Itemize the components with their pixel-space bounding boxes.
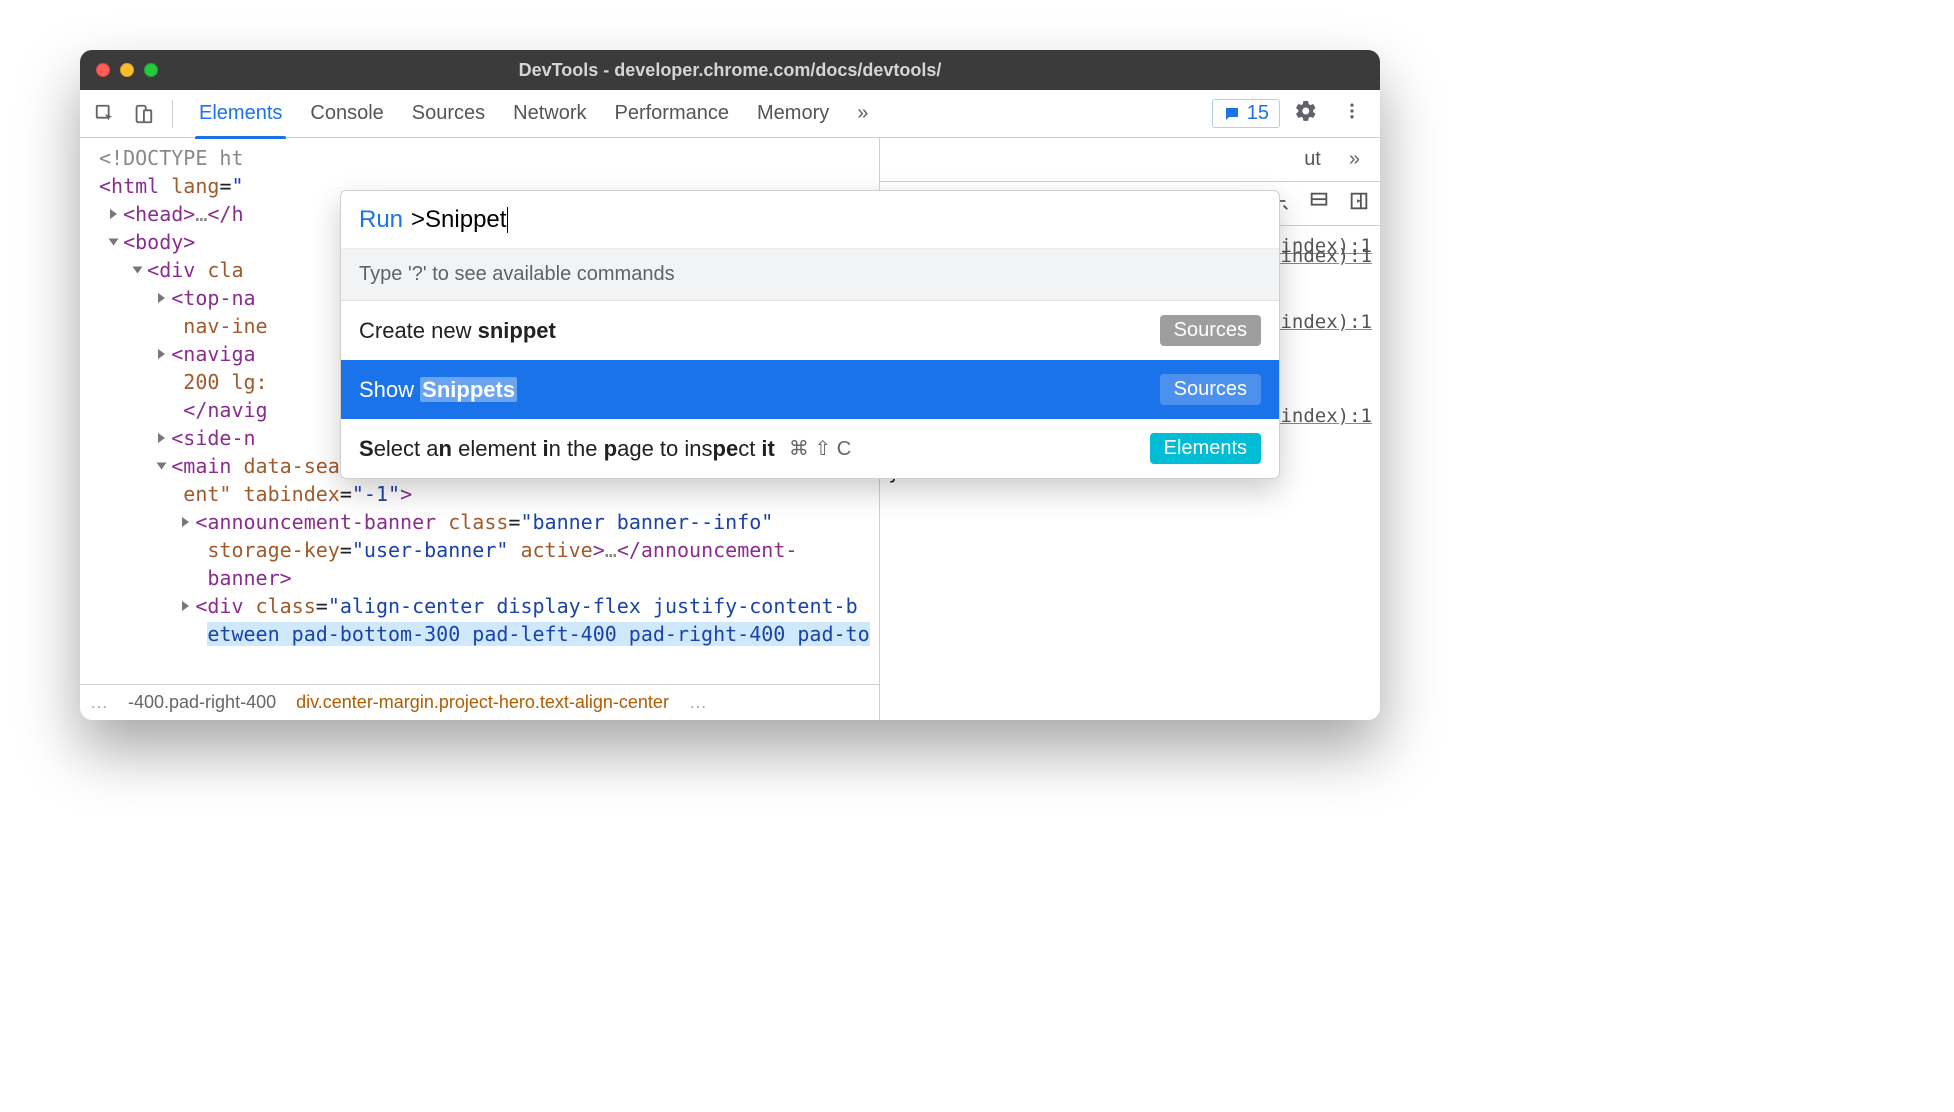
styles-tabs: ut » [880,138,1380,182]
command-input[interactable]: Run >Snippet [341,191,1279,249]
tabbar-separator [172,100,173,128]
inspect-element-icon[interactable] [88,97,122,131]
kebab-menu-icon[interactable] [1332,101,1372,127]
tab-elements[interactable]: Elements [185,90,296,138]
command-query: >Snippet [411,206,506,234]
device-toolbar-icon[interactable] [126,97,160,131]
tab-network[interactable]: Network [499,90,600,138]
breadcrumb-ellipsis[interactable]: … [80,692,118,713]
tab-console[interactable]: Console [296,90,397,138]
dom-line[interactable]: <announcement-banner class="banner banne… [86,508,879,536]
tab-performance[interactable]: Performance [601,90,744,138]
command-menu: Run >Snippet Type '?' to see available c… [340,190,1280,479]
rule-source-link[interactable]: (index):1 [1269,308,1372,336]
dom-line[interactable]: storage-key="user-banner" active>…</anno… [86,536,879,564]
command-menu-item[interactable]: Select an element in the page to inspect… [341,419,1279,478]
breadcrumb-item-selected[interactable]: div.center-margin.project-hero.text-alig… [286,692,679,713]
devtools-window: DevTools - developer.chrome.com/docs/dev… [80,50,1380,720]
command-menu-item-label: Select an element in the page to inspect… [359,436,775,462]
toggle-common-rendering-icon[interactable] [1308,190,1330,218]
window-titlebar: DevTools - developer.chrome.com/docs/dev… [80,50,1380,90]
tab-sources[interactable]: Sources [398,90,499,138]
minimize-window-button[interactable] [120,63,134,77]
styles-tab-partial[interactable]: ut [1290,148,1335,171]
dom-line[interactable]: ent" tabindex="-1"> [86,480,879,508]
command-category-badge: Sources [1160,315,1261,346]
devtools-tabbar: ElementsConsoleSourcesNetworkPerformance… [80,90,1380,138]
window-traffic-lights [96,63,158,77]
dom-line[interactable]: <div class="align-center display-flex ju… [86,592,879,620]
styles-tabs-overflow-icon[interactable]: » [1335,148,1374,171]
zoom-window-button[interactable] [144,63,158,77]
command-scope: Run [359,206,403,234]
command-menu-item-label: Create new snippet [359,318,556,344]
issues-count: 15 [1247,102,1269,125]
text-caret [507,207,508,233]
command-menu-item[interactable]: Show Snippets Sources [341,360,1279,419]
rule-source-link[interactable]: (index):1 [1269,402,1372,430]
tabs-overflow-icon[interactable]: » [847,102,878,125]
issues-badge[interactable]: 15 [1212,99,1280,128]
command-menu-item[interactable]: Create new snippet Sources [341,301,1279,360]
computed-panel-toggle-icon[interactable] [1348,190,1370,218]
rule-source-link[interactable]: (index):1 [1269,242,1372,270]
command-category-badge: Elements [1150,433,1261,464]
command-hint: Type '?' to see available commands [341,249,1279,301]
command-category-badge: Sources [1160,374,1261,405]
breadcrumb-ellipsis[interactable]: … [679,692,717,713]
tab-memory[interactable]: Memory [743,90,843,138]
settings-gear-icon[interactable] [1284,99,1328,129]
dom-line[interactable]: banner> [86,564,879,592]
window-title: DevTools - developer.chrome.com/docs/dev… [80,60,1380,81]
dom-line[interactable]: <!DOCTYPE ht [86,144,879,172]
breadcrumb-item[interactable]: -400.pad-right-400 [118,692,286,713]
issues-icon [1223,105,1241,123]
breadcrumb[interactable]: … -400.pad-right-400 div.center-margin.p… [80,684,879,720]
dom-line[interactable]: etween pad-bottom-300 pad-left-400 pad-r… [86,620,879,648]
close-window-button[interactable] [96,63,110,77]
command-menu-item-label: Show Snippets [359,377,517,403]
command-shortcut: ⌘ ⇧ C [789,436,851,461]
